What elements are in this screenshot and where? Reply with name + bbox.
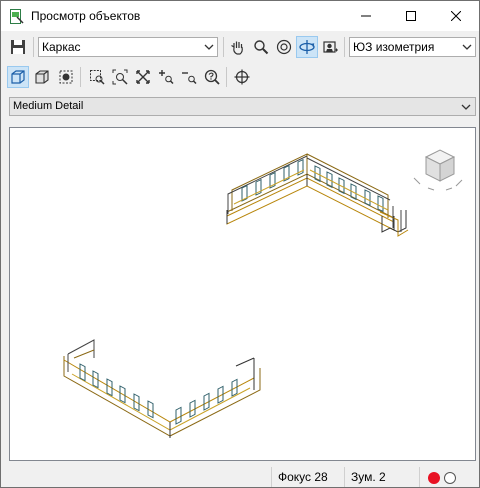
view-value: ЮЗ изометрия [353,40,435,54]
viewport-canvas [63,149,463,438]
separator [223,37,224,57]
zoom-out-icon [182,72,197,85]
wireframe-view-button[interactable] [7,66,29,88]
zoom-all-icon [136,70,150,84]
question-zoom-icon [204,69,220,85]
minimize-icon [361,15,371,17]
maximize-button[interactable] [388,1,434,31]
zoom-extents-icon [112,69,128,85]
maximize-icon [406,11,416,21]
save-button[interactable] [7,36,29,58]
status-bar: Фокус 28 Зум. 2 [1,467,479,487]
viewcube-icon [413,149,463,191]
chevron-down-icon [461,104,471,110]
orbit-button[interactable] [273,36,295,58]
camera-button[interactable] [319,36,341,58]
zoom-in-icon [159,70,174,85]
realistic-cube-icon [59,70,73,84]
toolbar-main: Каркас ЮЗ изометрия [1,35,479,61]
pan-button[interactable] [227,36,249,58]
detail-level-value: Medium Detail [13,100,84,112]
separator [33,37,34,57]
solid-cube-icon [35,70,49,84]
crosshair-icon [234,69,250,85]
zoom-status: Зум. 2 [344,467,416,487]
zoom-in-button[interactable] [155,66,177,88]
view-select[interactable]: ЮЗ изометрия [349,37,476,57]
detail-level-select[interactable]: Medium Detail [9,97,476,116]
app-icon [10,9,24,24]
chevron-down-icon [462,44,472,50]
shaded-view-button[interactable] [31,66,53,88]
close-icon [451,11,461,21]
center-button[interactable] [231,66,253,88]
title-bar: Просмотр объектов [1,1,479,31]
hand-icon [231,41,243,55]
free-orbit-icon [299,40,315,54]
object-viewer-window: Просмотр объектов Каркас ЮЗ изометрия Me… [0,0,480,488]
wall-model-upper [226,153,409,237]
separator [344,37,345,57]
wireframe-cube-icon [11,70,25,84]
record-dot-icon[interactable] [428,472,440,484]
focus-status: Фокус 28 [271,467,344,487]
zoom-window-icon [90,70,105,85]
zoom-all-button[interactable] [132,66,154,88]
magnifier-icon [254,40,269,55]
zoom-extents-button[interactable] [109,66,131,88]
minimize-button[interactable] [343,1,389,31]
window-title: Просмотр объектов [31,9,141,23]
separator [226,67,227,87]
close-button[interactable] [433,1,479,31]
zoom-button[interactable] [250,36,272,58]
separator [80,67,81,87]
wall-model-lower [63,339,261,438]
chevron-down-icon [204,44,214,50]
visual-style-value: Каркас [42,40,81,54]
stop-dot-icon[interactable] [444,472,456,484]
visual-style-select[interactable]: Каркас [38,37,218,57]
zoom-help-button[interactable] [201,66,223,88]
free-orbit-button[interactable] [296,36,318,58]
save-icon [11,40,25,54]
camera-icon [323,41,338,53]
toolbar-secondary [1,65,479,91]
zoom-window-button[interactable] [86,66,108,88]
zoom-out-button[interactable] [178,66,200,88]
model-viewport[interactable] [9,127,476,461]
orbit-icon [276,39,292,55]
realistic-view-button[interactable] [55,66,77,88]
